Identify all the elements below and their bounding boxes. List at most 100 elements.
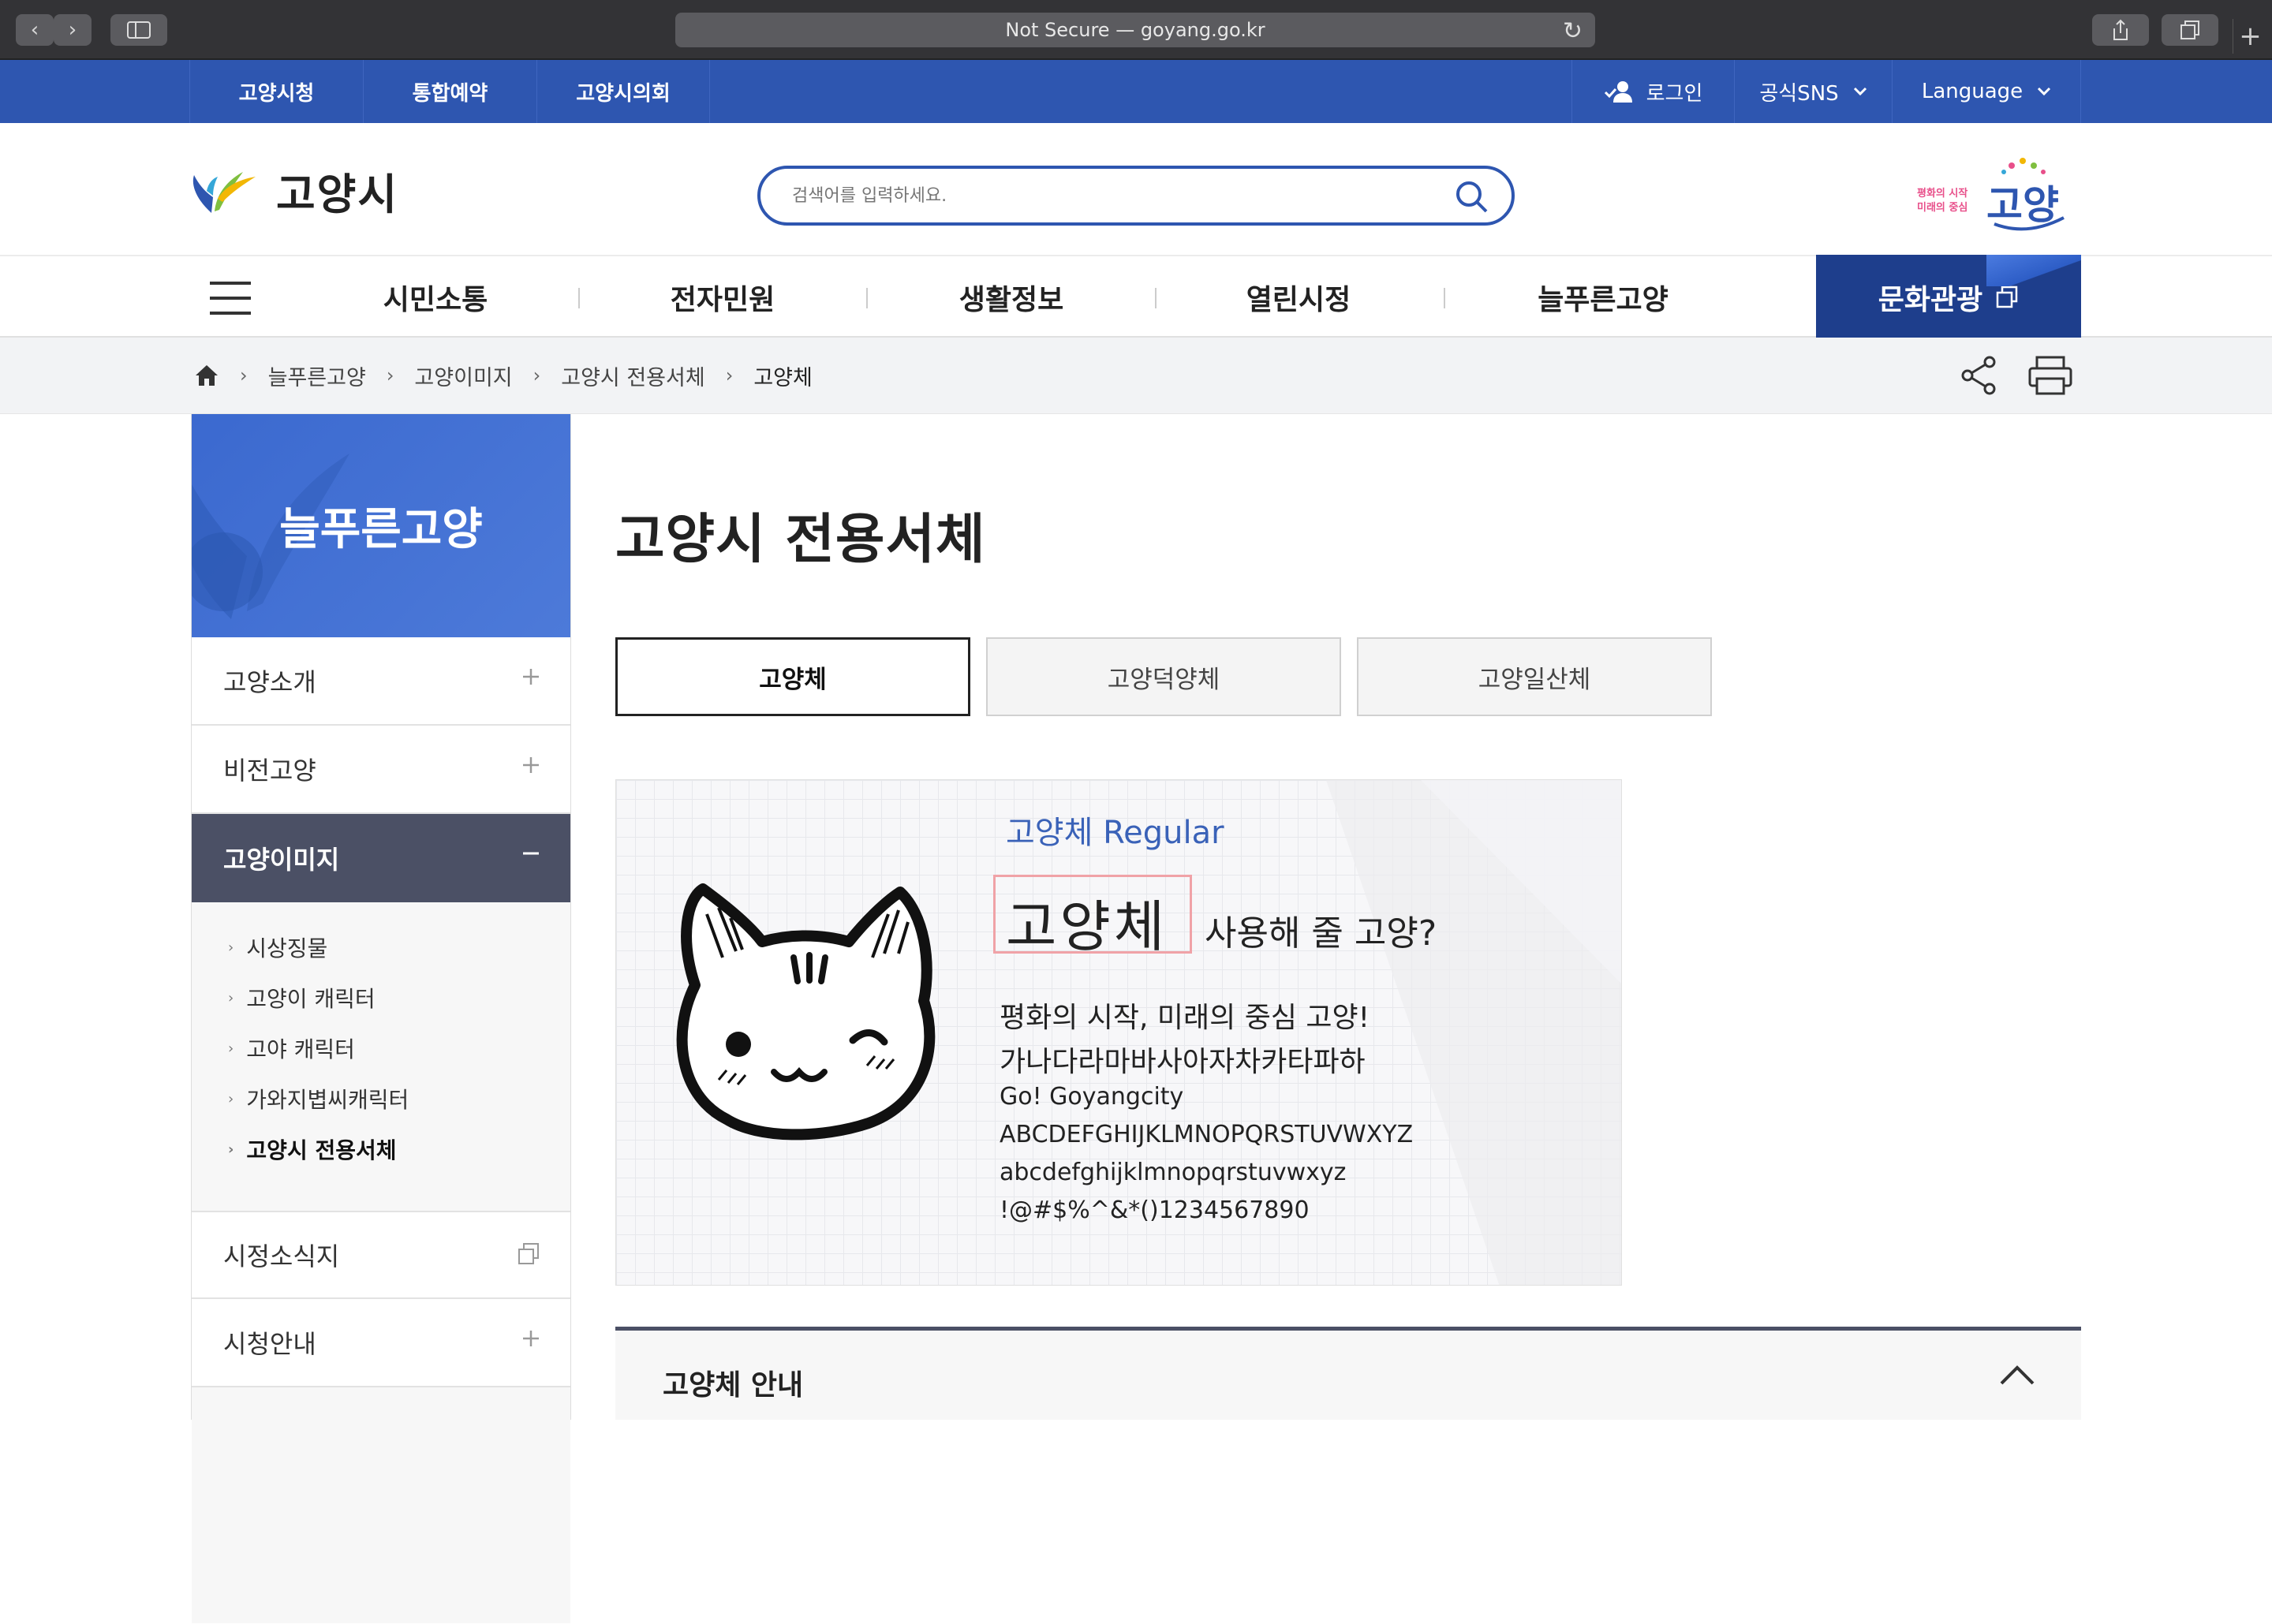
chevron-right-icon: › (386, 364, 394, 386)
sample-subtitle: 사용해 줄 고양? (1205, 913, 1437, 954)
browser-toolbar: ‹ › Not Secure — goyang.go.kr ↻ + (0, 0, 2272, 60)
side-item-label: 고양이미지 (223, 845, 340, 875)
chevron-right-icon: › (228, 1141, 234, 1158)
menu-icon[interactable] (210, 282, 251, 315)
forward-icon[interactable]: › (54, 14, 92, 46)
sidebar-toggle-icon[interactable] (110, 14, 167, 46)
chevron-up-icon[interactable] (1999, 1364, 2035, 1386)
language-label: Language (1921, 80, 2024, 103)
gnb-divider (1444, 288, 1445, 308)
sample-line: abcdefghijklmnopqrstuvwxyz (1000, 1159, 1347, 1186)
url-text: Not Secure — goyang.go.kr (1005, 19, 1265, 41)
submenu-item-label: 고양시 전용서체 (246, 1137, 397, 1163)
page-tools (1960, 355, 2073, 396)
plus-icon (523, 1331, 539, 1346)
topbar-link-reservation[interactable]: 통합예약 (363, 60, 536, 123)
submenu-item-label: 시상징물 (246, 935, 328, 961)
side-item-newsletter[interactable]: 시정소식지 (192, 1211, 570, 1299)
font-guide-accordion[interactable]: 고양체 안내 (615, 1327, 2081, 1420)
side-item-label: 고양소개 (223, 667, 316, 697)
gnb-item-open-gov[interactable]: 열린시정 (1194, 256, 1403, 338)
gnb-divider (866, 288, 868, 308)
user-check-icon (1604, 81, 1632, 103)
gnb-item-evergreen[interactable]: 늘푸른고양 (1499, 256, 1707, 338)
slogan-logo: 평화의 시작 미래의 중심 고양 (1917, 155, 2067, 233)
search-icon[interactable] (1455, 180, 1488, 213)
font-name: 고양체 Regular (1006, 815, 1224, 851)
language-dropdown[interactable]: Language (1892, 60, 2081, 123)
login-label: 로그인 (1646, 81, 1703, 106)
breadcrumb-item[interactable]: 고양이미지 (414, 360, 512, 391)
slogan-small-2: 미래의 중심 (1917, 202, 1968, 214)
culture-tourism-button[interactable]: 문화관광 (1816, 255, 2081, 339)
side-item-vision[interactable]: 비전고양 (192, 726, 570, 814)
side-menu: 늘푸른고양 고양소개 비전고양 고양이미지 › 시상징물 › 고양이 캐릭터 › 고야… (191, 414, 571, 1623)
search-box[interactable] (757, 166, 1515, 226)
sample-line: ABCDEFGHIJKLMNOPQRSTUVWXYZ (1000, 1121, 1414, 1148)
submenu-item-current[interactable]: › 고양시 전용서체 (228, 1133, 397, 1165)
address-bar[interactable]: Not Secure — goyang.go.kr ↻ (675, 13, 1595, 47)
sample-line: 평화의 시작, 미래의 중심 고양! (1000, 1002, 1370, 1034)
side-item-intro[interactable]: 고양소개 (192, 637, 570, 726)
chevron-right-icon: › (228, 939, 234, 956)
chevron-down-icon (2038, 87, 2051, 96)
breadcrumb: › 늘푸른고양 › 고양이미지 › 고양시 전용서체 › 고양체 (194, 338, 813, 413)
breadcrumb-item[interactable]: 늘푸른고양 (268, 360, 366, 391)
chevron-right-icon: › (240, 364, 248, 386)
gnb-item-e-civil[interactable]: 전자민원 (618, 256, 827, 338)
minus-icon (523, 852, 539, 855)
breadcrumb-item[interactable]: 고양시 전용서체 (561, 360, 704, 391)
chevron-right-icon: › (532, 364, 541, 386)
new-tab-icon[interactable]: + (2233, 19, 2267, 54)
external-link-icon (1996, 286, 2018, 308)
submenu-item-label: 고양이 캐릭터 (246, 986, 376, 1012)
cat-character-icon (676, 883, 936, 1141)
sample-line: !@#$%^&*()1234567890 (1000, 1197, 1310, 1224)
plus-icon (523, 757, 539, 773)
gnb-item-living[interactable]: 생활정보 (907, 256, 1115, 338)
chevron-down-icon (1853, 87, 1867, 96)
print-icon[interactable] (2027, 355, 2073, 396)
corner-decoration (1986, 255, 2081, 286)
submenu-item[interactable]: › 가와지볍씨캐릭터 (228, 1083, 409, 1114)
home-icon[interactable] (194, 364, 219, 387)
topbar-link-council[interactable]: 고양시의회 (536, 60, 710, 123)
main-navigation: 시민소통 전자민원 생활정보 열린시정 늘푸른고양 문화관광 (0, 255, 2272, 339)
side-item-label: 시정소식지 (223, 1241, 340, 1271)
reload-icon[interactable]: ↻ (1563, 17, 1583, 45)
font-sample-image: 고양체 Regular 고양체 사용해 줄 고양? 평화의 시작, 미래의 중심… (615, 779, 1622, 1286)
sample-line: 가나다라마바사아자차카타파하 (1000, 1046, 1366, 1078)
topbar-link-city-hall[interactable]: 고양시청 (189, 60, 363, 123)
share-icon[interactable] (2092, 14, 2149, 46)
page-title: 고양시 전용서체 (615, 509, 986, 571)
gnb-item-civic[interactable]: 시민소통 (331, 256, 540, 338)
login-button[interactable]: 로그인 (1571, 60, 1734, 123)
sns-dropdown[interactable]: 공식SNS (1734, 60, 1892, 123)
goyang-emblem-icon (192, 171, 256, 213)
tab-deokyang[interactable]: 고양덕양체 (986, 637, 1341, 716)
submenu-item[interactable]: › 고야 캐릭터 (228, 1032, 355, 1064)
submenu-item[interactable]: › 시상징물 (228, 931, 327, 963)
side-item-cityhall-guide[interactable]: 시청안내 (192, 1299, 570, 1387)
back-icon[interactable]: ‹ (16, 14, 54, 46)
site-logo[interactable]: 고양시 (188, 159, 398, 222)
sns-label: 공식SNS (1759, 81, 1839, 106)
side-menu-title: 늘푸른고양 (279, 504, 483, 555)
external-link-icon (518, 1243, 539, 1264)
chevron-right-icon: › (228, 1040, 234, 1057)
tab-ilsan[interactable]: 고양일산체 (1357, 637, 1712, 716)
slogan-big: 고양 (1986, 182, 2059, 228)
top-utility-bar: 고양시청 통합예약 고양시의회 로그인 공식SNS Language (0, 60, 2272, 123)
submenu-item[interactable]: › 고양이 캐릭터 (228, 982, 376, 1014)
search-input[interactable] (792, 180, 1423, 211)
side-item-image[interactable]: 고양이미지 (192, 814, 570, 902)
logo-text: 고양시 (276, 170, 399, 219)
share-icon[interactable] (1960, 355, 1997, 396)
tab-goyang[interactable]: 고양체 (615, 637, 970, 716)
tabs-overview-icon[interactable] (2162, 14, 2218, 46)
sample-big-word: 고양체 (1006, 894, 1168, 959)
chevron-right-icon: › (725, 364, 734, 386)
breadcrumb-bar: › 늘푸른고양 › 고양이미지 › 고양시 전용서체 › 고양체 (0, 338, 2272, 414)
slogan-small-1: 평화의 시작 (1917, 188, 1968, 200)
submenu-item-label: 가와지볍씨캐릭터 (246, 1087, 409, 1113)
